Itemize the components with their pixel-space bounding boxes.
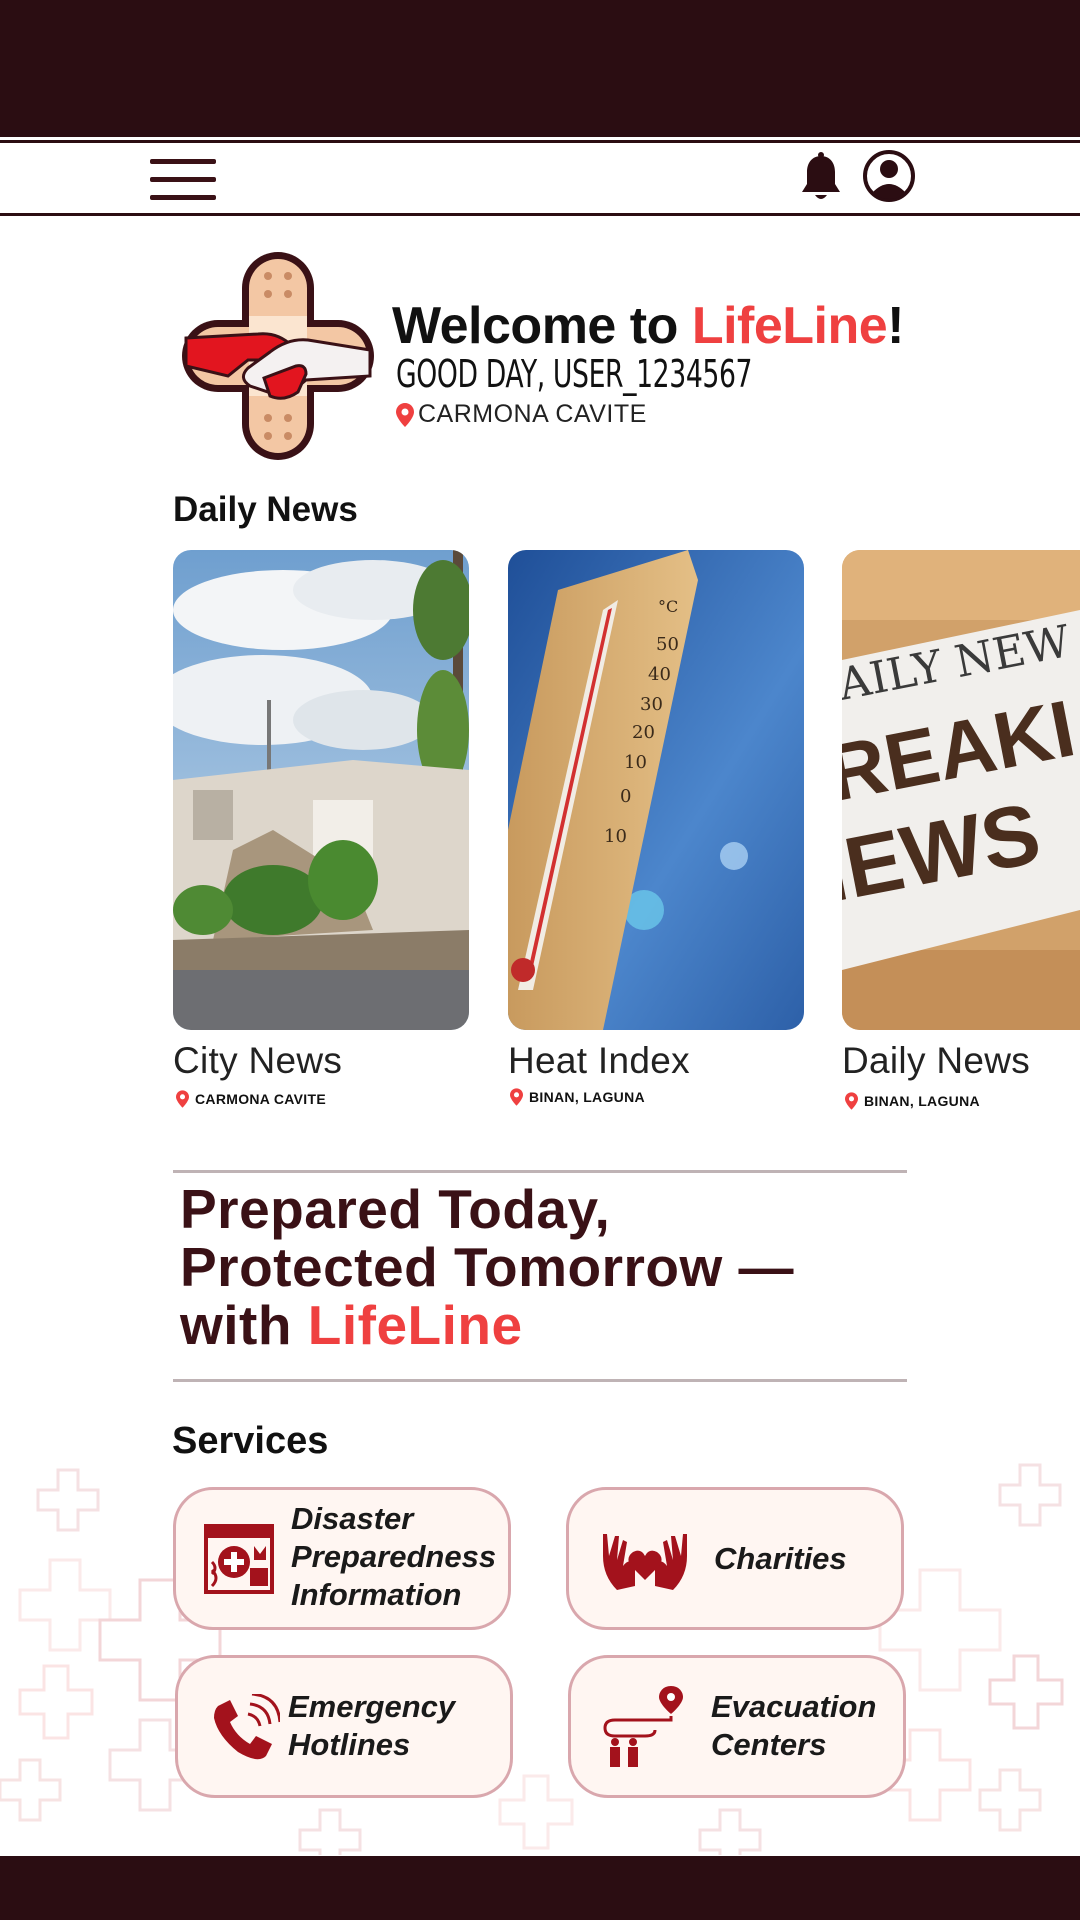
svg-text:40: 40: [648, 664, 671, 685]
status-banner: [0, 0, 1080, 137]
location-pin-icon: [176, 1090, 189, 1108]
news-card-city-news[interactable]: [173, 550, 469, 1030]
service-charities[interactable]: Charities: [566, 1487, 904, 1630]
menu-icon-bar: [150, 159, 216, 164]
tagline-line: with LifeLine: [180, 1296, 794, 1354]
svg-text:0: 0: [620, 786, 631, 807]
brand-name: LifeLine: [307, 1294, 523, 1356]
service-label: Disaster Preparedness Information: [291, 1501, 497, 1612]
news-card-location-text: CARMONA CAVITE: [195, 1091, 326, 1107]
service-label: Evacuation Centers: [711, 1689, 877, 1762]
news-card-location-text: BINAN, LAGUNA: [529, 1089, 645, 1105]
service-emergency-hotlines[interactable]: Emergency Hotlines: [175, 1655, 513, 1798]
svg-text:50: 50: [656, 634, 679, 655]
tagline-line: Protected Tomorrow —: [180, 1236, 795, 1298]
notifications-button[interactable]: [798, 152, 844, 204]
daily-news-title: Daily News: [173, 490, 358, 529]
service-evacuation-centers[interactable]: Evacuation Centers: [568, 1655, 906, 1798]
disaster-kit-icon: [204, 1524, 274, 1594]
news-card-location-text: BINAN, LAGUNA: [864, 1093, 980, 1109]
profile-button[interactable]: [862, 149, 916, 203]
service-label: Emergency Hotlines: [288, 1689, 456, 1762]
background-cross-pattern: [0, 1463, 1064, 1855]
brand-name: LifeLine: [691, 297, 888, 355]
news-card-location: BINAN, LAGUNA: [845, 1092, 980, 1110]
user-circle-icon: [863, 150, 915, 202]
user-location: CARMONA CAVITE: [396, 400, 647, 429]
welcome-text: Welcome to: [392, 297, 692, 355]
menu-icon-bar: [150, 195, 216, 200]
menu-button[interactable]: [150, 157, 216, 203]
service-disaster-preparedness[interactable]: Disaster Preparedness Information: [173, 1487, 511, 1630]
news-card-daily-news[interactable]: AILY NEW REAKI IEWS: [842, 550, 1080, 1030]
user-greeting: GOOD DAY, USER_1234567: [396, 352, 753, 396]
route-people-icon: [603, 1686, 683, 1767]
phone-icon: [214, 1694, 280, 1760]
services-title: Services: [172, 1420, 329, 1462]
location-pin-icon: [510, 1088, 523, 1106]
bottom-bar: [0, 1856, 1080, 1920]
storm-damaged-house-image: [173, 550, 469, 1030]
welcome-heading: Welcome to LifeLine!: [392, 296, 904, 356]
location-pin-icon: [396, 402, 414, 427]
service-label: Charities: [714, 1541, 847, 1576]
svg-text:30: 30: [640, 694, 663, 715]
news-card-label: City News: [173, 1040, 343, 1081]
thermometer-image: 50 40 30 20 10 0 10 °C: [508, 550, 804, 1030]
breaking-news-newspaper-image: AILY NEW REAKI IEWS: [842, 550, 1080, 1030]
news-card-label: Heat Index: [508, 1040, 690, 1081]
svg-text:10: 10: [624, 752, 647, 773]
lifeline-logo: [182, 252, 374, 460]
menu-icon-bar: [150, 177, 216, 182]
divider: [173, 1170, 907, 1173]
news-card-location: BINAN, LAGUNA: [510, 1088, 645, 1106]
hands-heart-icon: [603, 1534, 687, 1590]
tagline: Prepared Today, Protected Tomorrow — wit…: [180, 1180, 794, 1354]
app-bar: [0, 140, 1080, 216]
news-card-location: CARMONA CAVITE: [176, 1090, 326, 1108]
news-card-heat-index[interactable]: 50 40 30 20 10 0 10 °C: [508, 550, 804, 1030]
news-card-label: Daily News: [842, 1040, 1031, 1081]
divider: [173, 1379, 907, 1382]
svg-text:10: 10: [604, 826, 627, 847]
bell-icon: [802, 152, 840, 199]
user-location-text: CARMONA CAVITE: [418, 400, 647, 428]
tagline-text: with: [180, 1294, 308, 1356]
svg-text:°C: °C: [658, 597, 678, 616]
svg-text:20: 20: [632, 722, 655, 743]
location-pin-icon: [845, 1092, 858, 1110]
tagline-line: Prepared Today,: [180, 1178, 611, 1240]
welcome-exclamation: !: [887, 297, 904, 355]
